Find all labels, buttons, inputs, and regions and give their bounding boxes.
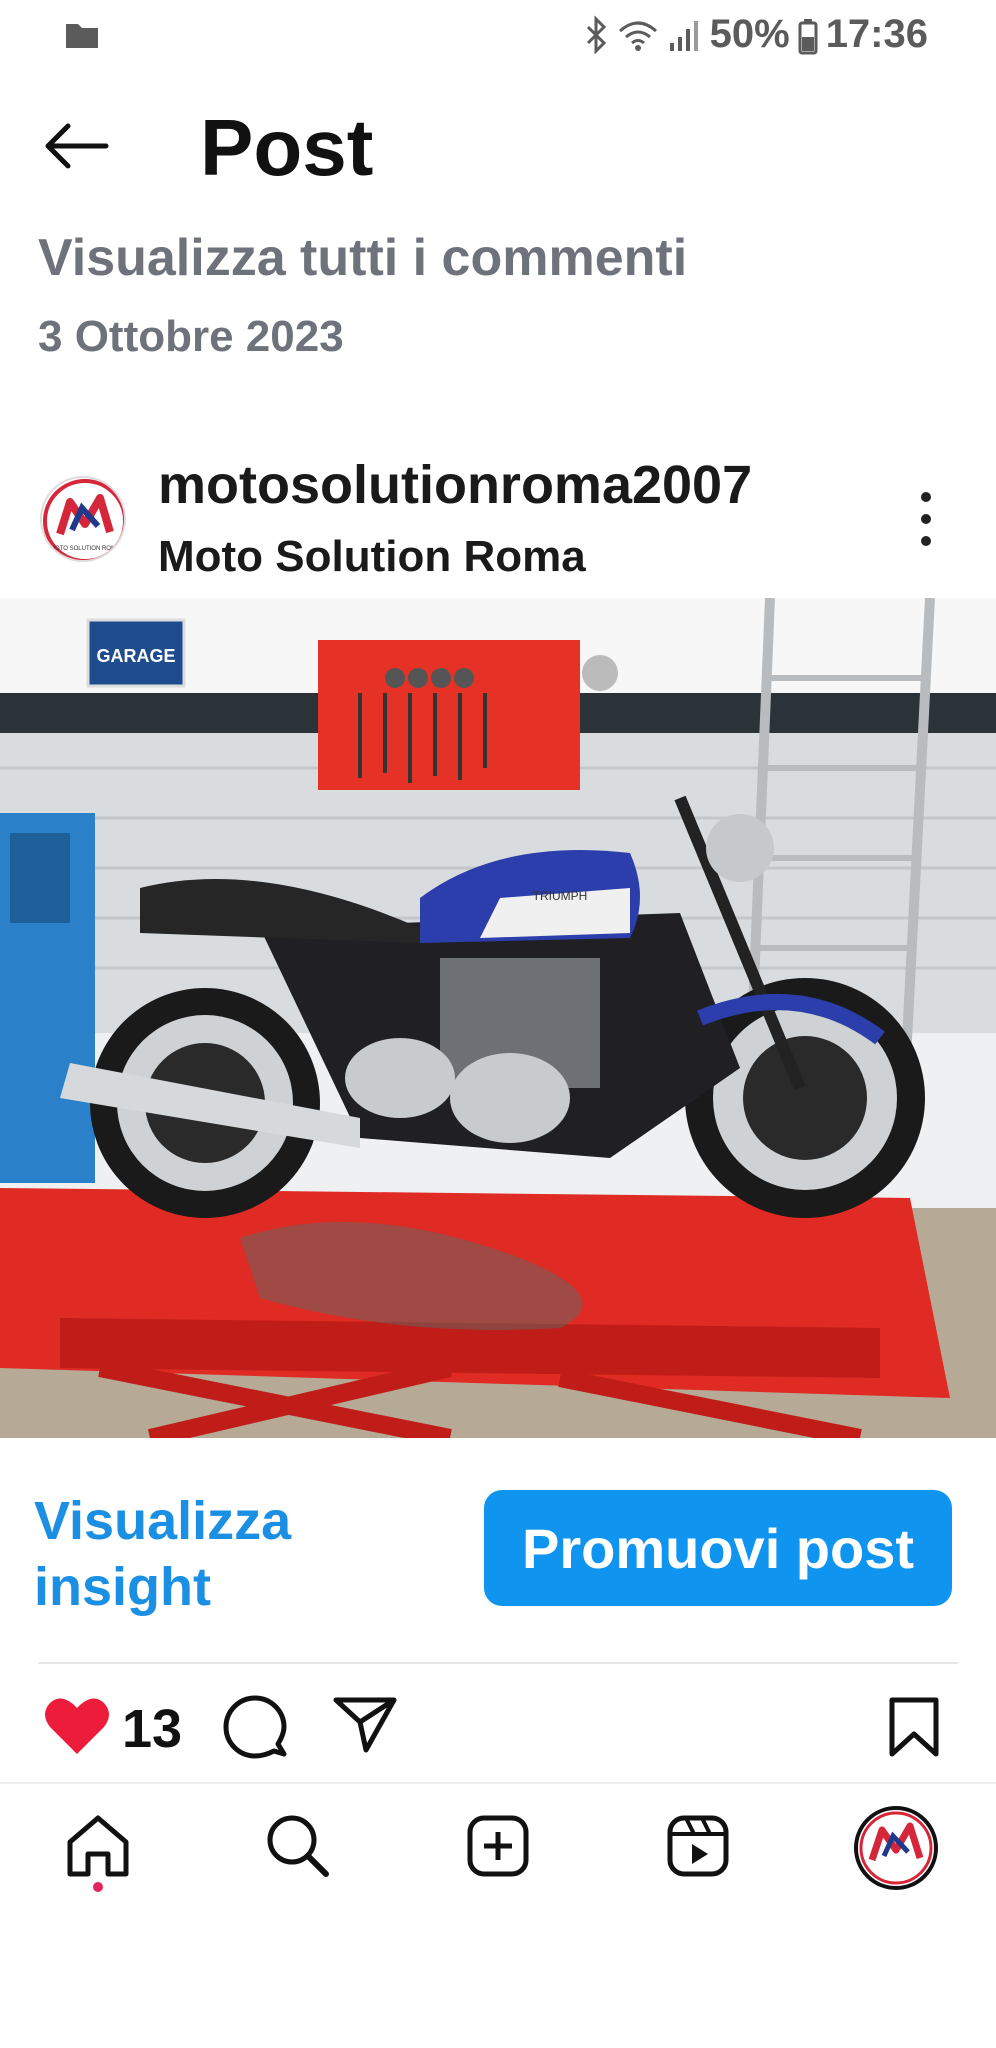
promote-post-button[interactable]: Promuovi post [484, 1490, 952, 1606]
battery-icon [798, 15, 818, 55]
battery-percent: 50% [709, 12, 790, 56]
view-all-comments-link[interactable]: Visualizza tutti i commenti [38, 228, 687, 288]
profile-avatar[interactable] [854, 1806, 938, 1890]
post-username[interactable]: motosolutionroma2007 [158, 454, 752, 516]
home-icon[interactable] [62, 1810, 134, 1882]
avatar[interactable]: MOTO SOLUTION ROMA [40, 476, 126, 562]
svg-text:TRIUMPH: TRIUMPH [533, 889, 588, 903]
folder-icon [64, 20, 100, 55]
post-display-name: Moto Solution Roma [158, 532, 586, 581]
divider [38, 1662, 958, 1664]
bluetooth-icon [584, 14, 608, 55]
svg-text:MOTO SOLUTION ROMA: MOTO SOLUTION ROMA [50, 546, 120, 552]
reels-icon[interactable] [662, 1810, 734, 1882]
signal-icon [668, 15, 702, 55]
bookmark-icon[interactable] [886, 1696, 942, 1758]
share-icon[interactable] [332, 1694, 398, 1754]
status-indicators: 50% 17:36 [584, 12, 928, 57]
post-header: MOTO SOLUTION ROMA motosolutionroma2007 … [0, 448, 996, 588]
post-date: 3 Ottobre 2023 [38, 312, 344, 361]
like-count[interactable]: 13 [122, 1698, 182, 1760]
create-icon[interactable] [462, 1810, 534, 1882]
page-title: Post [200, 103, 374, 192]
view-insights-link[interactable]: Visualizza insight [34, 1488, 291, 1620]
bottom-nav [0, 1796, 996, 1906]
app-header: Post [0, 90, 996, 200]
notification-dot [93, 1882, 103, 1892]
search-icon[interactable] [262, 1810, 334, 1882]
clock: 17:36 [825, 12, 928, 56]
status-bar: 50% 17:36 [0, 0, 996, 70]
view-insights-line1: Visualizza [34, 1491, 292, 1551]
more-options-icon[interactable] [916, 492, 936, 556]
wifi-icon [616, 15, 660, 55]
post-image[interactable]: GARAGE TRIUMPH [0, 598, 996, 1438]
post-actions: 13 [0, 1690, 996, 1770]
comment-icon[interactable] [222, 1694, 288, 1760]
view-insights-line2: insight [34, 1557, 211, 1617]
heart-icon[interactable] [42, 1694, 112, 1758]
svg-text:GARAGE: GARAGE [96, 646, 175, 666]
nav-divider [0, 1782, 996, 1784]
back-arrow-icon[interactable] [40, 118, 112, 174]
